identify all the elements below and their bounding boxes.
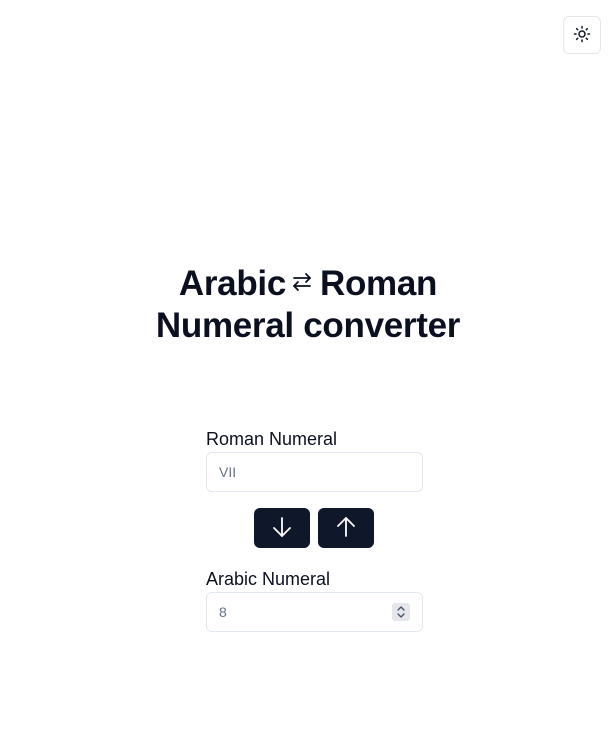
theme-toggle-button[interactable] (563, 16, 601, 54)
number-stepper[interactable] (392, 603, 410, 621)
converter-page: Arabic Roman Numeral converter Roman Num… (0, 0, 616, 732)
sun-icon (573, 25, 591, 46)
arrow-down-icon (272, 516, 292, 541)
arabic-numeral-input[interactable] (206, 592, 423, 632)
convert-to-arabic-button[interactable] (254, 508, 310, 548)
convert-to-roman-button[interactable] (318, 508, 374, 548)
roman-numeral-label: Roman Numeral (206, 429, 338, 449)
title-word-roman: Roman (320, 264, 438, 303)
title-word-arabic: Arabic (178, 264, 286, 303)
title-line-2: Numeral converter (155, 305, 461, 345)
roman-numeral-input[interactable] (206, 452, 423, 492)
arabic-numeral-label: Arabic Numeral (206, 569, 331, 589)
page-title: Arabic Roman Numeral converter (0, 264, 616, 346)
arrow-up-icon (336, 516, 356, 541)
stepper-chevrons-icon (397, 606, 405, 618)
swap-arrows-icon (290, 262, 314, 302)
